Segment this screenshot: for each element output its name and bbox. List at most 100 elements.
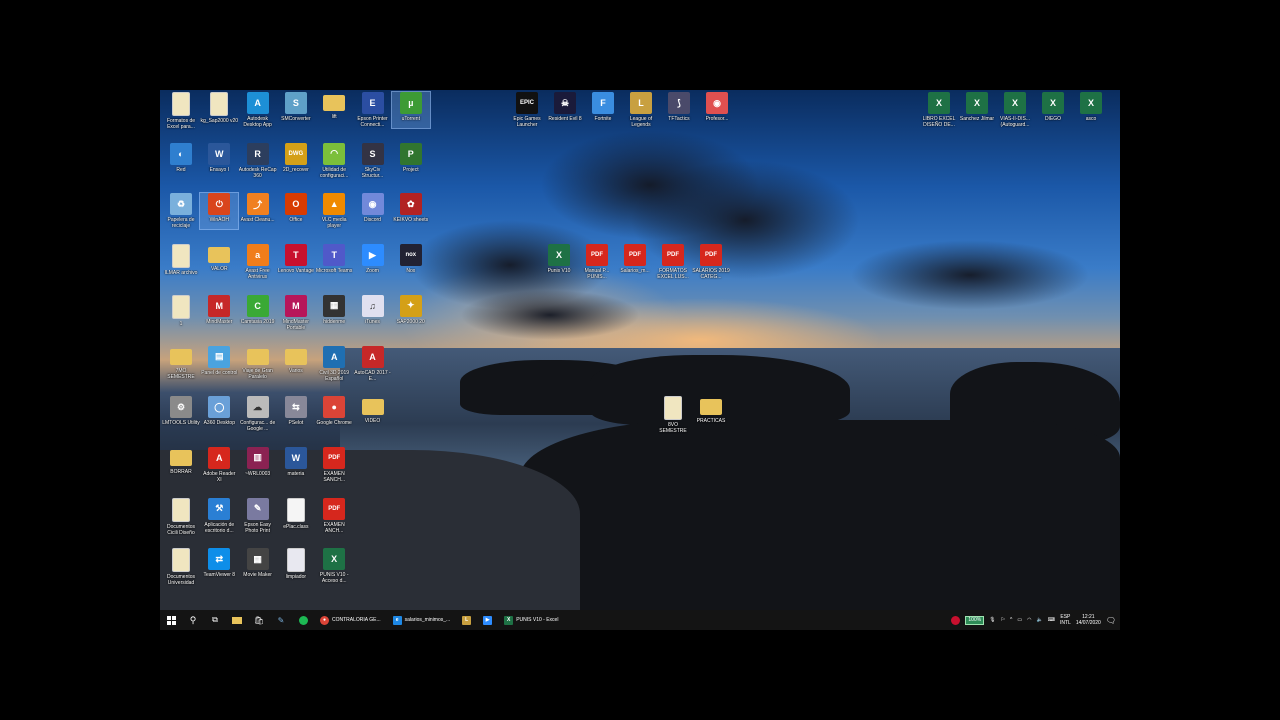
desktop-icon[interactable]: nox Nox bbox=[392, 244, 430, 280]
desktop-icon[interactable]: ⚒ Aplicación de escritorio d... bbox=[200, 497, 238, 534]
desktop-icon[interactable]: VALOR bbox=[200, 244, 238, 278]
desktop-icon[interactable]: ● Google Chrome bbox=[315, 396, 353, 432]
desktop-icon[interactable]: ePlac.class bbox=[277, 497, 315, 536]
desktop-icon[interactable]: PDF SALARIOS 2019 CATEG... bbox=[692, 244, 730, 280]
desktop-icon[interactable]: ◉ Discord bbox=[354, 193, 392, 229]
desktop-icon[interactable]: X DIEGO bbox=[1034, 92, 1072, 128]
desktop-icon[interactable]: PDF Salarios_m... bbox=[616, 244, 654, 280]
desktop-icon[interactable]: X VIAS-II-DIS... (Autoguard... bbox=[996, 92, 1034, 128]
desktop-icon[interactable]: S SMConverter bbox=[277, 92, 315, 128]
start-button[interactable] bbox=[160, 610, 182, 630]
desktop-icon[interactable]: Xasco bbox=[1072, 92, 1110, 128]
desktop-icon[interactable]: ◉ Profesor... bbox=[698, 92, 736, 128]
desktop-icon[interactable]: R Autodesk ReCap 360 bbox=[239, 142, 277, 179]
desktop-icon[interactable]: VIDEO bbox=[354, 396, 392, 430]
desktop-icon[interactable]: A Adobe Reader XI bbox=[200, 446, 238, 483]
desktop-icon[interactable]: A Autodesk Desktop App bbox=[239, 92, 277, 128]
desktop-icon[interactable]: A AutoCAD 2017 - E... bbox=[354, 345, 392, 382]
desktop-icon[interactable]: X LIBRO EXCEL DISEÑO DE... bbox=[920, 92, 958, 128]
desktop-icon[interactable]: PRACTICAS bbox=[692, 396, 730, 430]
desktop-icon[interactable]: ☠ Resident Evil 8 bbox=[546, 92, 584, 128]
desktop-icon[interactable]: lift bbox=[315, 92, 353, 126]
desktop-icon[interactable]: W Ensayo I bbox=[200, 142, 238, 179]
clock[interactable]: 12:21 14/07/2020 bbox=[1076, 614, 1101, 626]
desktop-icon[interactable]: EPIC Epic Games Launcher bbox=[508, 92, 546, 128]
desktop-icon[interactable]: M MindMaster Portable bbox=[277, 294, 315, 331]
chevron-up-icon[interactable]: ^ bbox=[1010, 617, 1012, 623]
desktop-icon[interactable]: T Microsoft Teams bbox=[315, 244, 353, 280]
desktop-icon[interactable]: O Office bbox=[277, 193, 315, 229]
desktop-icon[interactable]: ▦ Movie Maker bbox=[239, 548, 277, 584]
keyboard-icon[interactable]: ⌨ bbox=[1048, 617, 1055, 623]
network-tray-icon[interactable]: ⚐ bbox=[1001, 617, 1005, 623]
desktop-icon[interactable]: 1 bbox=[162, 294, 200, 333]
desktop-icon[interactable]: ILMAR archivo bbox=[162, 244, 200, 282]
desktop-icon[interactable]: Varios bbox=[277, 346, 315, 380]
desktop-icon[interactable]: ⇆ PSelot bbox=[277, 396, 315, 432]
desktop-icon[interactable]: ⇄ TeamViewer 8 bbox=[200, 548, 238, 584]
desktop-icon[interactable]: M MindMaster bbox=[200, 294, 238, 331]
desktop-icon[interactable]: PDF EXAMEN ANCH... bbox=[315, 497, 353, 534]
wifi-tray-icon[interactable]: ◠ bbox=[1027, 617, 1031, 623]
search-button[interactable]: ⚲ bbox=[182, 610, 204, 630]
desktop-icon[interactable]: 8VO SEMESTRE bbox=[654, 396, 692, 434]
desktop-icon[interactable]: ▲ VLC media player bbox=[315, 193, 353, 229]
desktop-icon[interactable]: ◯ A360 Desktop bbox=[200, 396, 238, 432]
desktop-icon[interactable]: ♻ Papelera de reciclaje bbox=[162, 193, 200, 229]
desktop-icon[interactable]: µ uTorrent bbox=[390, 91, 431, 129]
desktop-icon[interactable]: Formatos de Excel para... bbox=[162, 92, 200, 130]
desktop-icon[interactable]: ⤴ Avast Cleanu... bbox=[239, 193, 277, 229]
desktop-icon[interactable]: A Civil 3D 2019 Español bbox=[315, 345, 353, 382]
desktop-icon[interactable]: limpiador bbox=[277, 548, 315, 586]
volume-icon[interactable]: 🔈 bbox=[1037, 617, 1043, 623]
language-indicator[interactable]: ESP INTL bbox=[1060, 614, 1071, 626]
desktop-icon[interactable]: ▥ ~WRL0003 bbox=[239, 446, 277, 483]
task-view-button[interactable]: ⧉ bbox=[204, 610, 226, 630]
notification-icon[interactable]: 🗨 bbox=[1106, 616, 1116, 625]
desktop-icon[interactable]: kg_Sap2000 v20 bbox=[200, 92, 238, 130]
desktop-icon[interactable]: ✎ Epson Easy Photo Print bbox=[239, 497, 277, 534]
desktop-icon[interactable]: ▤ Panel de control bbox=[200, 345, 238, 382]
spotify-pin[interactable] bbox=[292, 610, 314, 630]
desktop-icon[interactable]: 7MO SEMESTRE bbox=[162, 346, 200, 380]
store-pin[interactable]: 🛍 bbox=[248, 610, 270, 630]
desktop-icon[interactable]: ☁ Configurac... de Google ... bbox=[239, 396, 277, 432]
desktop-icon[interactable]: ◠ Utilidad de configuraci... bbox=[315, 142, 353, 179]
desktop-icon[interactable]: ⚙ LMTOOLS Utility bbox=[162, 396, 200, 432]
desktop-icon[interactable]: C Camtasia 2019 bbox=[239, 294, 277, 331]
desktop-icon[interactable]: ⏻ WinAOH bbox=[199, 192, 240, 231]
desktop-icon[interactable]: DWG 2D_recover bbox=[277, 142, 315, 179]
desktop-icon[interactable]: Documentos Universidad bbox=[162, 548, 200, 586]
mail-pin[interactable]: ✎ bbox=[270, 610, 292, 630]
battery-indicator[interactable]: 100% bbox=[965, 615, 985, 625]
desktop-icon[interactable]: ✦ SAP2000 20 bbox=[392, 294, 430, 331]
taskbar-task[interactable]: L bbox=[456, 610, 477, 630]
desktop-icon[interactable]: Documentos Cicili Diseño bbox=[162, 497, 200, 536]
desktop-icon[interactable]: X Sanchez Jilmar bbox=[958, 92, 996, 128]
desktop-icon[interactable]: E Epson Printer Connecti... bbox=[354, 92, 392, 128]
desktop-icon[interactable]: T Lenovo Vantage bbox=[277, 244, 315, 280]
microphone-icon[interactable]: 🎙 bbox=[989, 617, 995, 623]
taskbar-task[interactable]: X PUNIS V10 - Excel bbox=[498, 610, 564, 630]
desktop-icon[interactable]: Wmateria bbox=[277, 446, 315, 483]
desktop-icon[interactable]: PDF Manual P... PUNIS... bbox=[578, 244, 616, 280]
desktop-icon[interactable]: ▶ Zoom bbox=[354, 244, 392, 280]
desktop-icon[interactable]: ⟆ TFTactics bbox=[660, 92, 698, 128]
desktop-icon[interactable]: ♫ iTunes bbox=[354, 294, 392, 331]
desktop-icon[interactable]: P Project bbox=[392, 142, 430, 179]
desktop-icon[interactable]: Viaje de Gran Paralelo bbox=[239, 346, 277, 380]
taskbar-task[interactable]: ▶ bbox=[477, 610, 498, 630]
desktop-icon[interactable]: ✿ KEIKVO sheets bbox=[392, 193, 430, 229]
desktop-icon[interactable]: BORRAR bbox=[162, 447, 200, 481]
file-explorer-pin[interactable] bbox=[226, 610, 248, 630]
taskbar-task[interactable]: e salarios_minimos_... bbox=[387, 610, 457, 630]
desktop-icon[interactable]: L League of Legends bbox=[622, 92, 660, 128]
antivirus-tray-icon[interactable] bbox=[951, 615, 961, 625]
desktop-icon[interactable]: PDF FORMATOS EXCEL LUS... bbox=[654, 244, 692, 280]
desktop-icon[interactable]: ▦ hiddenme bbox=[315, 294, 353, 331]
desktop-icon[interactable]: F Fortnite bbox=[584, 92, 622, 128]
desktop[interactable]: Formatos de Excel para... kg_Sap2000 v20 A… bbox=[160, 90, 1120, 630]
desktop-icon[interactable]: S SkyCiv Structur... bbox=[354, 142, 392, 179]
desktop-icon[interactable]: a Avast Free Antivirus bbox=[239, 244, 277, 280]
desktop-icon[interactable]: X PUNIS V10 - Acceso d... bbox=[315, 548, 353, 584]
